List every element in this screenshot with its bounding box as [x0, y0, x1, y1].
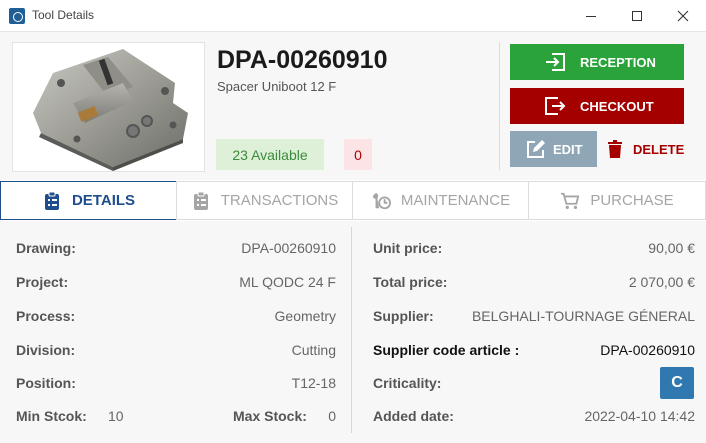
window-title: Tool Details	[32, 8, 95, 22]
checkout-label: CHECKOUT	[580, 98, 654, 114]
drawing-value: DPA-00260910	[241, 240, 336, 256]
process-value: Geometry	[274, 308, 336, 324]
tool-name: Spacer Uniboot 12 F	[217, 79, 337, 94]
added-date-value: 2022-04-10 14:42	[584, 408, 695, 424]
tab-transactions-label: TRANSACTIONS	[220, 192, 339, 209]
max-stock-label: Max Stock:	[233, 408, 307, 424]
min-stock-value: 10	[108, 408, 124, 424]
maximize-icon	[632, 11, 642, 21]
tool-photo	[12, 42, 205, 172]
trash-icon	[608, 140, 622, 158]
checkout-button[interactable]: CHECKOUT	[510, 88, 684, 124]
total-price-value: 2 070,00 €	[628, 274, 695, 290]
supplier-code-value: DPA-00260910	[600, 342, 695, 358]
total-price-label: Total price:	[373, 274, 448, 290]
tab-purchase-label: PURCHASE	[590, 192, 674, 209]
edit-button[interactable]: EDIT	[510, 131, 597, 167]
min-stock-label: Min Stcok:	[16, 408, 87, 424]
header-divider	[499, 42, 500, 170]
edit-label: EDIT	[553, 141, 583, 157]
maximize-button[interactable]	[614, 0, 660, 32]
cart-icon	[560, 191, 580, 211]
supplier-label: Supplier:	[373, 308, 434, 324]
position-label: Position:	[16, 375, 76, 391]
unit-price-value: 90,00 €	[648, 240, 695, 256]
clipboard-icon	[42, 191, 62, 211]
drawing-label: Drawing:	[16, 240, 76, 256]
minimize-button[interactable]	[568, 0, 614, 32]
tab-purchase[interactable]: PURCHASE	[528, 181, 706, 220]
column-divider	[351, 227, 352, 433]
supplier-code-label: Supplier code article :	[373, 342, 520, 358]
process-label: Process:	[16, 308, 76, 324]
clipboard-list-icon	[191, 191, 211, 211]
tab-details-label: DETAILS	[71, 192, 136, 209]
title-bar: Tool Details	[0, 0, 706, 32]
close-icon	[677, 10, 689, 22]
unit-price-label: Unit price:	[373, 240, 443, 256]
max-stock-value: 0	[328, 408, 336, 424]
tab-bar: DETAILS TRANSACTIONS MAINTENANCE PURCHAS…	[0, 180, 706, 221]
project-value: ML QODC 24 F	[239, 274, 336, 290]
added-date-label: Added date:	[373, 408, 454, 424]
tab-details[interactable]: DETAILS	[0, 181, 177, 220]
wrench-clock-icon	[371, 191, 391, 211]
tab-maintenance-label: MAINTENANCE	[400, 192, 511, 209]
tool-image	[33, 49, 188, 171]
tool-code: DPA-00260910	[217, 46, 388, 74]
delete-label: DELETE	[633, 141, 685, 157]
tab-maintenance[interactable]: MAINTENANCE	[352, 181, 529, 220]
criticality-badge: C	[660, 367, 694, 399]
edit-icon	[526, 139, 546, 159]
division-label: Division:	[16, 342, 76, 358]
available-badge: 23 Available	[216, 139, 324, 170]
details-panel: Drawing: DPA-00260910 Project: ML QODC 2…	[0, 221, 706, 443]
reception-button[interactable]: RECEPTION	[510, 44, 684, 80]
delete-button[interactable]: DELETE	[600, 131, 690, 167]
division-value: Cutting	[291, 342, 336, 358]
tool-header: DPA-00260910 Spacer Uniboot 12 F 23 Avai…	[0, 32, 706, 180]
app-logo-icon	[9, 8, 25, 24]
tab-transactions[interactable]: TRANSACTIONS	[176, 181, 353, 220]
reception-icon	[544, 52, 566, 72]
close-button[interactable]	[660, 0, 706, 32]
position-value: T12-18	[291, 375, 336, 391]
checkout-icon	[544, 96, 566, 116]
supplier-value: BELGHALI-TOURNAGE GÉNERAL	[471, 308, 695, 324]
minimize-icon	[586, 15, 596, 17]
reserved-count-badge: 0	[344, 139, 372, 170]
reception-label: RECEPTION	[580, 54, 656, 70]
project-label: Project:	[16, 274, 69, 290]
criticality-label: Criticality:	[373, 375, 442, 391]
